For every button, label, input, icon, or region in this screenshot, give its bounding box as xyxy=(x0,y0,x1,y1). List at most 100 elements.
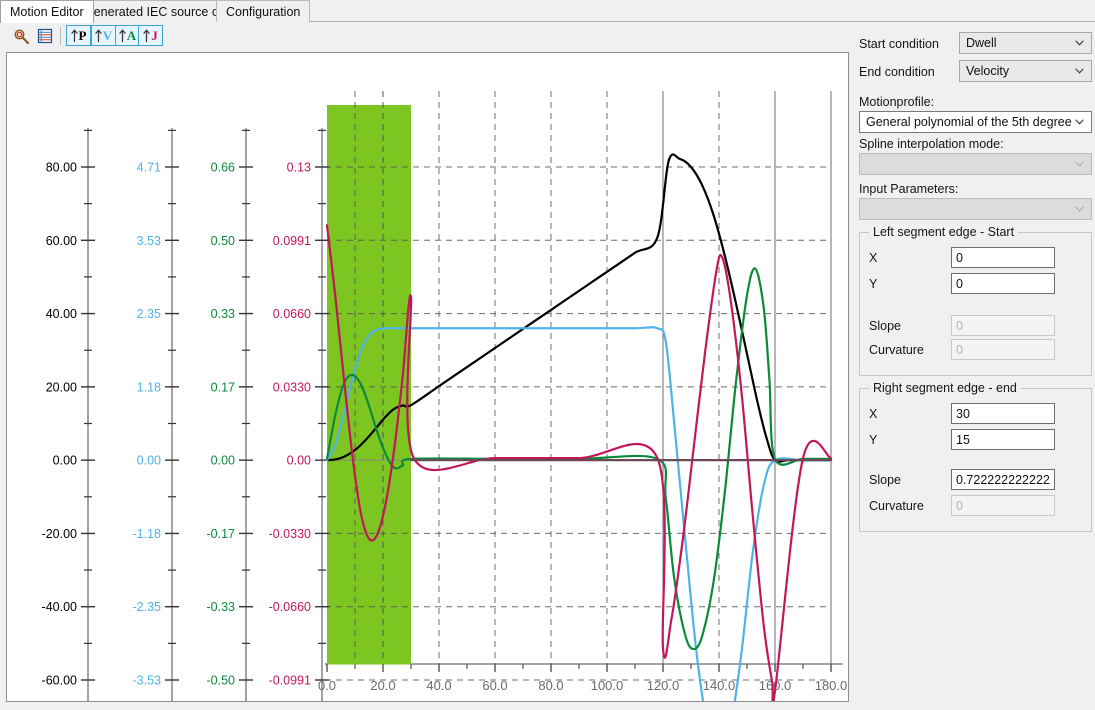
motionprofile-value: General polynomial of the 5th degree xyxy=(866,115,1072,129)
tab-label: Motion Editor xyxy=(10,5,84,19)
svg-text:3.53: 3.53 xyxy=(137,234,161,248)
chevron-down-icon xyxy=(1075,161,1084,167)
spline-interpolation-mode-select xyxy=(859,153,1092,175)
left-segment-edge-title: Left segment edge - Start xyxy=(869,225,1019,239)
svg-text:60.00: 60.00 xyxy=(46,234,77,248)
spline-interpolation-mode-label: Spline interpolation mode: xyxy=(859,137,1004,151)
svg-text:0.00: 0.00 xyxy=(287,454,311,468)
left-y-label: Y xyxy=(869,277,878,291)
chevron-down-icon xyxy=(1075,40,1084,46)
svg-text:-0.0330: -0.0330 xyxy=(269,527,311,541)
parameter-panel: Start condition Dwell End condition Velo… xyxy=(855,26,1093,702)
chevron-down-icon xyxy=(1075,68,1084,74)
left-curvature-input: 0 xyxy=(951,339,1055,360)
tab-bar: Motion Editor Generated IEC source code … xyxy=(0,0,1095,23)
svg-text:1.18: 1.18 xyxy=(137,380,161,394)
start-condition-value: Dwell xyxy=(966,36,997,50)
svg-text:80.00: 80.00 xyxy=(46,161,77,175)
svg-text:-60.00: -60.00 xyxy=(42,674,77,688)
svg-text:120.0: 120.0 xyxy=(647,678,680,693)
svg-text:40.00: 40.00 xyxy=(46,307,77,321)
right-curvature-value: 0 xyxy=(956,498,963,513)
right-x-value: 30 xyxy=(956,406,970,421)
svg-text:0.17: 0.17 xyxy=(211,380,235,394)
svg-text:-0.33: -0.33 xyxy=(207,600,236,614)
left-slope-label: Slope xyxy=(869,319,901,333)
right-y-input[interactable]: 15 xyxy=(951,429,1055,450)
acceleration-toggle-label: A xyxy=(126,27,137,43)
position-toggle-label: P xyxy=(78,27,87,43)
svg-text:-0.50: -0.50 xyxy=(207,674,236,688)
svg-text:0.13: 0.13 xyxy=(287,161,311,175)
svg-text:0.66: 0.66 xyxy=(211,161,235,175)
start-condition-select[interactable]: Dwell xyxy=(959,32,1092,54)
svg-text:2.35: 2.35 xyxy=(137,307,161,321)
end-condition-select[interactable]: Velocity xyxy=(959,60,1092,82)
left-y-input[interactable]: 0 xyxy=(951,273,1055,294)
motionprofile-label: Motionprofile: xyxy=(859,95,935,109)
velocity-toggle-label: V xyxy=(102,27,113,43)
left-slope-value: 0 xyxy=(956,318,963,333)
position-toggle[interactable]: P xyxy=(66,25,91,46)
table-list-icon[interactable] xyxy=(34,25,56,47)
left-x-input[interactable]: 0 xyxy=(951,247,1055,268)
right-segment-edge-title: Right segment edge - end xyxy=(869,381,1021,395)
motionprofile-select[interactable]: General polynomial of the 5th degree xyxy=(859,111,1092,133)
jerk-toggle-label: J xyxy=(151,27,158,43)
svg-text:80.0: 80.0 xyxy=(538,678,563,693)
svg-text:100.0: 100.0 xyxy=(591,678,624,693)
velocity-toggle[interactable]: V xyxy=(91,25,116,46)
svg-text:-0.0660: -0.0660 xyxy=(269,600,311,614)
chevron-down-icon xyxy=(1075,119,1084,125)
tab-motion-editor[interactable]: Motion Editor xyxy=(0,0,94,23)
input-parameters-select xyxy=(859,198,1092,220)
svg-text:40.0: 40.0 xyxy=(426,678,451,693)
svg-text:60.0: 60.0 xyxy=(482,678,507,693)
svg-text:-20.00: -20.00 xyxy=(42,527,77,541)
right-y-label: Y xyxy=(869,433,878,447)
left-y-value: 0 xyxy=(956,276,963,291)
left-slope-input: 0 xyxy=(951,315,1055,336)
right-y-value: 15 xyxy=(956,432,970,447)
svg-text:0.0660: 0.0660 xyxy=(273,307,311,321)
right-curvature-input: 0 xyxy=(951,495,1055,516)
right-x-input[interactable]: 30 xyxy=(951,403,1055,424)
svg-text:0.0991: 0.0991 xyxy=(273,234,311,248)
acceleration-toggle[interactable]: A xyxy=(115,25,140,46)
svg-text:-2.35: -2.35 xyxy=(133,600,162,614)
svg-text:-3.53: -3.53 xyxy=(133,674,162,688)
svg-text:20.00: 20.00 xyxy=(46,380,77,394)
chevron-down-icon xyxy=(1075,206,1084,212)
left-curvature-value: 0 xyxy=(956,342,963,357)
right-slope-input[interactable]: 0.722222222222 xyxy=(951,469,1055,490)
svg-text:0.0330: 0.0330 xyxy=(273,380,311,394)
left-x-value: 0 xyxy=(956,250,963,265)
svg-text:-0.17: -0.17 xyxy=(207,527,236,541)
start-condition-label: Start condition xyxy=(859,37,939,51)
svg-text:180.0: 180.0 xyxy=(815,678,848,693)
motion-chart-panel[interactable]: 80.00 60.00 40.00 20.00 0.00 -20.00 -40.00 -60.… xyxy=(6,52,849,702)
jerk-toggle[interactable]: J xyxy=(138,25,163,46)
tab-configuration[interactable]: Configuration xyxy=(216,0,311,22)
tab-label: Configuration xyxy=(226,4,301,19)
right-slope-value: 0.722222222222 xyxy=(956,472,1050,487)
right-x-label: X xyxy=(869,407,878,421)
input-parameters-label: Input Parameters: xyxy=(859,182,959,196)
end-condition-label: End condition xyxy=(859,65,935,79)
svg-text:0.00: 0.00 xyxy=(211,454,235,468)
svg-text:0.33: 0.33 xyxy=(211,307,235,321)
left-x-label: X xyxy=(869,251,878,265)
right-curvature-label: Curvature xyxy=(869,499,924,513)
svg-text:-1.18: -1.18 xyxy=(133,527,162,541)
svg-text:-0.0991: -0.0991 xyxy=(269,674,311,688)
svg-text:0.00: 0.00 xyxy=(53,454,77,468)
end-condition-value: Velocity xyxy=(966,64,1010,78)
svg-text:4.71: 4.71 xyxy=(137,161,161,175)
svg-text:-40.00: -40.00 xyxy=(42,600,77,614)
right-slope-label: Slope xyxy=(869,473,901,487)
svg-text:0.50: 0.50 xyxy=(211,234,235,248)
svg-text:20.0: 20.0 xyxy=(370,678,395,693)
svg-text:0.0: 0.0 xyxy=(318,678,336,693)
motion-chart: 80.00 60.00 40.00 20.00 0.00 -20.00 -40.00 -60.… xyxy=(42,91,848,701)
zoom-magnifier-icon[interactable] xyxy=(10,25,32,47)
